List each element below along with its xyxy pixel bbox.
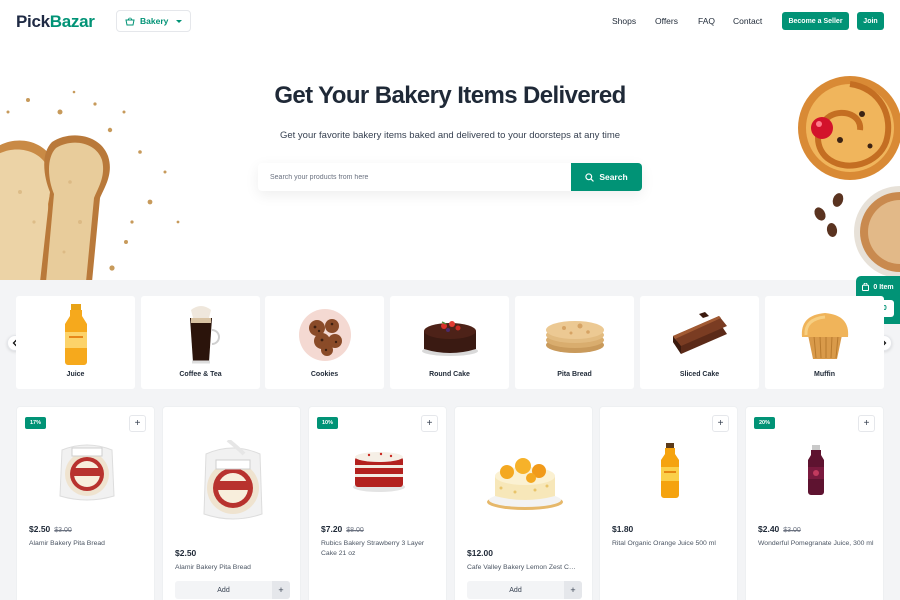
add-to-cart-button[interactable]: Add + bbox=[175, 581, 290, 599]
category-card-sliced-cake[interactable]: Sliced Cake bbox=[640, 296, 759, 389]
cart-count-label: 0 Item bbox=[873, 283, 894, 291]
product-card[interactable]: 17% + $2.50 $3.00 Alamir Bakery Pita Brea… bbox=[16, 406, 155, 600]
pita-bag-image bbox=[17, 425, 156, 517]
round-cake-icon bbox=[390, 302, 509, 367]
category-card-juice[interactable]: Juice bbox=[16, 296, 135, 389]
category-label: Round Cake bbox=[429, 371, 470, 378]
orange-juice-image bbox=[600, 425, 739, 517]
bread-slices-illustration bbox=[0, 90, 180, 280]
logo-text-pick: Pick bbox=[16, 12, 50, 31]
product-card[interactable]: $2.50 Alamir Bakery Pita Bread Add + bbox=[162, 406, 301, 600]
lemon-cake-image bbox=[455, 427, 594, 537]
plus-icon: + bbox=[272, 581, 290, 599]
add-to-cart-button[interactable]: Add + bbox=[467, 581, 582, 599]
juice-bottle-icon bbox=[16, 302, 135, 367]
product-price: $2.50 $3.00 bbox=[29, 524, 72, 534]
category-label: Sliced Cake bbox=[679, 371, 720, 378]
product-name[interactable]: Alamir Bakery Pita Bread bbox=[175, 563, 293, 573]
current-price: $1.80 bbox=[612, 524, 634, 534]
hero-title: Get Your Bakery Items Delivered bbox=[274, 82, 626, 109]
pickbazar-logo[interactable]: PickBazar bbox=[16, 12, 95, 32]
category-card-coffee-tea[interactable]: Coffee & Tea bbox=[141, 296, 260, 389]
search-icon bbox=[585, 172, 594, 182]
current-price: $2.40 bbox=[758, 524, 780, 534]
pita-stack-icon bbox=[515, 302, 634, 367]
cookies-plate-icon bbox=[265, 302, 384, 367]
product-price: $2.40 $3.00 bbox=[758, 524, 801, 534]
search-button[interactable]: Search bbox=[571, 163, 642, 191]
add-label: Add bbox=[217, 586, 230, 594]
muffin-icon bbox=[765, 302, 884, 367]
category-label: Pita Bread bbox=[557, 371, 592, 378]
chevron-down-icon bbox=[176, 20, 182, 23]
original-price: $3.00 bbox=[783, 527, 801, 534]
logo-text-bazar: Bazar bbox=[49, 12, 95, 31]
category-card-pita-bread[interactable]: Pita Bread bbox=[515, 296, 634, 389]
add-label: Add bbox=[509, 586, 522, 594]
become-seller-button[interactable]: Become a Seller bbox=[782, 12, 849, 30]
pita-bag-image bbox=[163, 427, 302, 537]
category-label: Cookies bbox=[310, 371, 339, 378]
product-price: $12.00 bbox=[467, 548, 493, 558]
hero-banner: Get Your Bakery Items Delivered Get your… bbox=[0, 42, 900, 280]
category-card-round-cake[interactable]: Round Cake bbox=[390, 296, 509, 389]
nav-shops[interactable]: Shops bbox=[612, 16, 636, 26]
nav-contact[interactable]: Contact bbox=[733, 16, 762, 26]
shop-type-select[interactable]: Bakery bbox=[116, 10, 191, 32]
product-name[interactable]: Cafe Valley Bakery Lemon Zest Cake bbox=[467, 563, 579, 573]
search-button-label: Search bbox=[599, 172, 628, 182]
original-price: $8.00 bbox=[346, 527, 364, 534]
product-name[interactable]: Rubics Bakery Strawberry 3 Layer Cake 21… bbox=[321, 539, 439, 558]
shopping-bag-icon bbox=[862, 283, 870, 291]
product-price: $1.80 bbox=[612, 524, 633, 534]
red-velvet-cake-image bbox=[309, 425, 448, 517]
original-price: $3.00 bbox=[54, 527, 72, 534]
sliced-cake-icon bbox=[640, 302, 759, 367]
product-price: $2.50 bbox=[175, 548, 196, 558]
basket-icon bbox=[125, 17, 135, 26]
product-name[interactable]: Alamir Bakery Pita Bread bbox=[29, 539, 147, 549]
join-button[interactable]: Join bbox=[857, 12, 884, 30]
current-price: $2.50 bbox=[29, 524, 51, 534]
coffee-glass-icon bbox=[141, 302, 260, 367]
top-header: PickBazar Bakery Shops Offers FAQ Contac… bbox=[0, 0, 900, 42]
product-price: $7.20 $8.00 bbox=[321, 524, 364, 534]
category-label: Juice bbox=[66, 371, 85, 378]
nav-offers[interactable]: Offers bbox=[655, 16, 678, 26]
hero-subtitle: Get your favorite bakery items baked and… bbox=[279, 130, 621, 141]
nav-faq[interactable]: FAQ bbox=[698, 16, 715, 26]
product-card[interactable]: 10% + $7.20 $8.00 Rubics Bakery Strawberr… bbox=[308, 406, 447, 600]
product-card[interactable]: 20% + $2.40 $3.00 Wonderful Pomegranate J… bbox=[745, 406, 884, 600]
pomegranate-juice-image bbox=[746, 425, 885, 517]
current-price: $12.00 bbox=[467, 548, 493, 558]
current-price: $7.20 bbox=[321, 524, 343, 534]
product-card[interactable]: $12.00 Cafe Valley Bakery Lemon Zest Cak… bbox=[454, 406, 593, 600]
coffee-cup-illustration bbox=[814, 186, 900, 278]
search-input[interactable] bbox=[258, 163, 571, 191]
product-card[interactable]: + $1.80 Rital Organic Orange Juice 500 m… bbox=[599, 406, 738, 600]
category-card-muffin[interactable]: Muffin bbox=[765, 296, 884, 389]
search-bar: Search bbox=[258, 163, 642, 191]
product-name[interactable]: Rital Organic Orange Juice 500 ml bbox=[612, 539, 730, 549]
current-price: $2.50 bbox=[175, 548, 197, 558]
plus-icon: + bbox=[564, 581, 582, 599]
product-name[interactable]: Wonderful Pomegranate Juice, 300 ml bbox=[758, 539, 876, 549]
cart-count: 0 Item bbox=[856, 283, 900, 291]
category-label: Muffin bbox=[814, 371, 835, 378]
category-card-cookies[interactable]: Cookies bbox=[265, 296, 384, 389]
shop-type-label: Bakery bbox=[140, 16, 169, 26]
category-label: Coffee & Tea bbox=[179, 371, 222, 378]
